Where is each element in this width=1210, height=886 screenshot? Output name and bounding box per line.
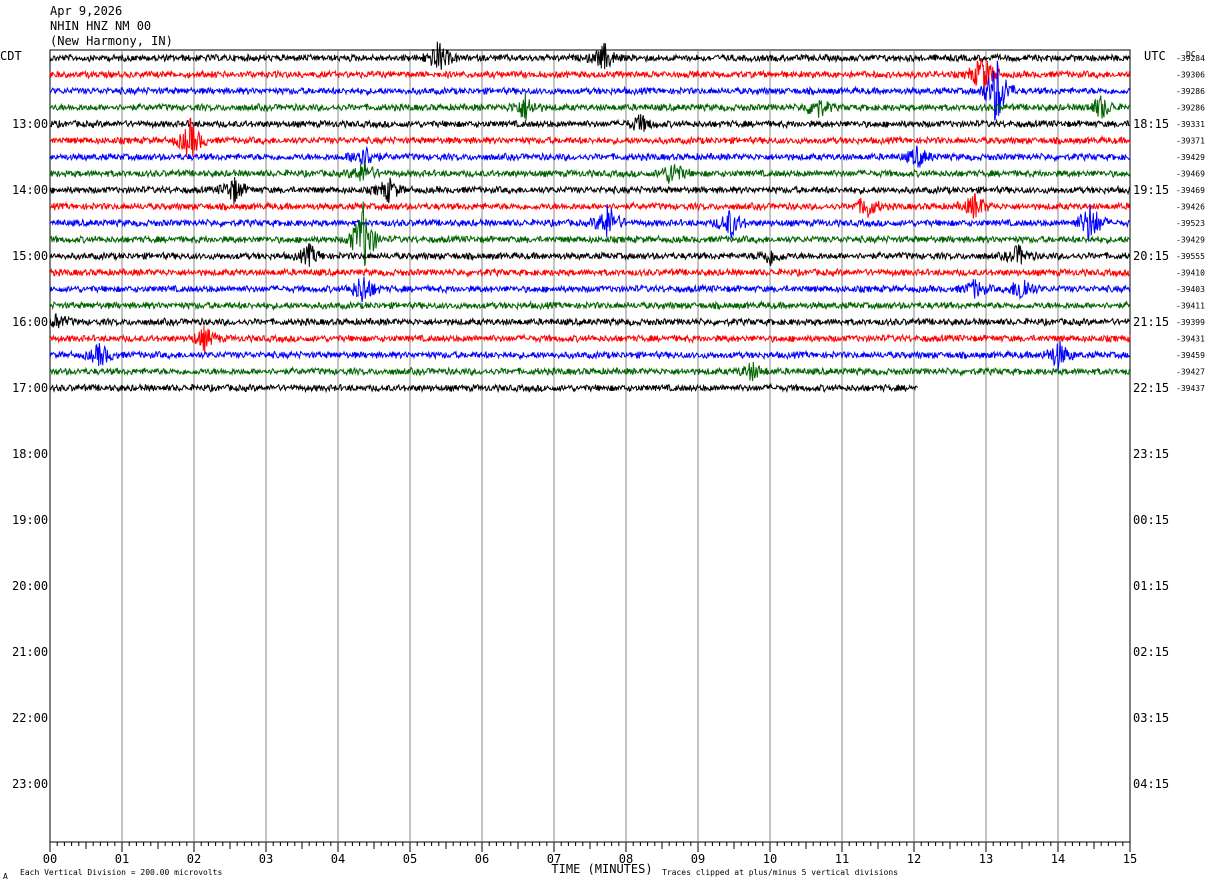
- right-hour-label: 02:15: [1133, 645, 1169, 659]
- x-tick-label: 11: [835, 852, 849, 866]
- dc-offset-label: -39523: [1176, 219, 1205, 228]
- dc-offset-label: -39286: [1176, 87, 1205, 96]
- seismic-trace-row: [49, 276, 1131, 303]
- plot-frame: [49, 49, 1131, 843]
- dc-offset-label: -39469: [1176, 170, 1205, 179]
- x-tick-label: 04: [331, 852, 345, 866]
- plot-grid: [49, 49, 1131, 852]
- dc-offset-label: -39371: [1176, 137, 1205, 146]
- left-hour-label: 17:00: [12, 381, 48, 395]
- seismic-trace-row: [49, 145, 1131, 172]
- seismic-trace-row: [49, 361, 1131, 382]
- right-hour-label: 00:15: [1133, 513, 1169, 527]
- x-tick-label: 13: [979, 852, 993, 866]
- dc-offset-label: -39469: [1176, 186, 1205, 195]
- seismic-trace-row: [49, 313, 1131, 329]
- x-tick-label: 14: [1051, 852, 1065, 866]
- dc-offset-label: -39429: [1176, 236, 1205, 245]
- right-hour-label: 23:15: [1133, 447, 1169, 461]
- dc-offset-label: -39403: [1176, 285, 1205, 294]
- dc-offset-label: -39410: [1176, 269, 1205, 278]
- seismic-trace-row: [49, 114, 1131, 132]
- right-timezone-label: UTC: [1144, 49, 1166, 63]
- right-hour-label: 20:15: [1133, 249, 1169, 263]
- dc-offset-label: -39411: [1176, 302, 1205, 311]
- x-tick-label: 02: [187, 852, 201, 866]
- corner-mark: A: [3, 872, 8, 881]
- x-tick-label: 06: [475, 852, 489, 866]
- seismic-trace-row: [49, 58, 1131, 95]
- seismic-trace-row: [49, 193, 1131, 219]
- seismic-trace-row: [49, 299, 1131, 311]
- left-hour-label: 18:00: [12, 447, 48, 461]
- clip-note: Traces clipped at plus/minus 5 vertical …: [662, 868, 898, 877]
- dc-offset-label: -39459: [1176, 351, 1205, 360]
- right-hour-label: 21:15: [1133, 315, 1169, 329]
- left-timezone-label: CDT: [0, 49, 22, 63]
- dc-offset-label: -39431: [1176, 335, 1205, 344]
- seismic-trace-row: [49, 242, 1131, 267]
- x-tick-label: 05: [403, 852, 417, 866]
- x-tick-label: 12: [907, 852, 921, 866]
- x-axis-title: TIME (MINUTES): [551, 862, 652, 876]
- right-hour-label: 18:15: [1133, 117, 1169, 131]
- left-hour-label: 19:00: [12, 513, 48, 527]
- left-hour-label: 23:00: [12, 777, 48, 791]
- dc-offset-label: -39286: [1176, 104, 1205, 113]
- seismic-traces: [49, 41, 1131, 394]
- seismic-trace-row: [49, 41, 1131, 70]
- scale-note: Each Vertical Division = 200.00 microvol…: [20, 868, 222, 877]
- seismic-trace-row: [49, 60, 1131, 121]
- left-hour-label: 22:00: [12, 711, 48, 725]
- seismic-trace-row: [49, 340, 1131, 373]
- left-hour-label: 13:00: [12, 117, 48, 131]
- seismic-trace-row: [49, 325, 1131, 354]
- dc-offset-label: -39437: [1176, 384, 1205, 393]
- right-hour-label: 04:15: [1133, 777, 1169, 791]
- x-tick-label: 15: [1123, 852, 1137, 866]
- left-hour-label: 20:00: [12, 579, 48, 593]
- right-hour-label: 19:15: [1133, 183, 1169, 197]
- right-hour-label: 01:15: [1133, 579, 1169, 593]
- seismic-trace-row: [49, 161, 1131, 184]
- dc-offset-label: -39429: [1176, 153, 1205, 162]
- seismic-trace-row: [49, 267, 1131, 278]
- dc-offset-label: -39426: [1176, 203, 1205, 212]
- dc-offset-label: -39306: [1176, 71, 1205, 80]
- right-hour-label: 03:15: [1133, 711, 1169, 725]
- dc-offset-label: -39555: [1176, 252, 1205, 261]
- seismic-trace-row: [49, 382, 918, 394]
- x-tick-label: 00: [43, 852, 57, 866]
- helicorder-plot: 00 01 02 03 04 05 06 07 08 09 10 11 12 13 14 1513:0014:…: [0, 41, 1205, 881]
- left-hour-label: 16:00: [12, 315, 48, 329]
- dc-offset-label: -39331: [1176, 120, 1205, 129]
- left-hour-label: 14:00: [12, 183, 48, 197]
- left-hour-label: 21:00: [12, 645, 48, 659]
- left-hour-label: 15:00: [12, 249, 48, 263]
- seismic-trace-row: [49, 93, 1131, 121]
- dc-offset-label: -39427: [1176, 368, 1205, 377]
- right-hour-label: 22:15: [1133, 381, 1169, 395]
- x-tick-label: 03: [259, 852, 273, 866]
- dc-label: DC: [1186, 50, 1196, 59]
- x-tick-label: 01: [115, 852, 129, 866]
- x-tick-label: 10: [763, 852, 777, 866]
- x-tick-label: 09: [691, 852, 705, 866]
- dc-offset-label: -39399: [1176, 318, 1205, 327]
